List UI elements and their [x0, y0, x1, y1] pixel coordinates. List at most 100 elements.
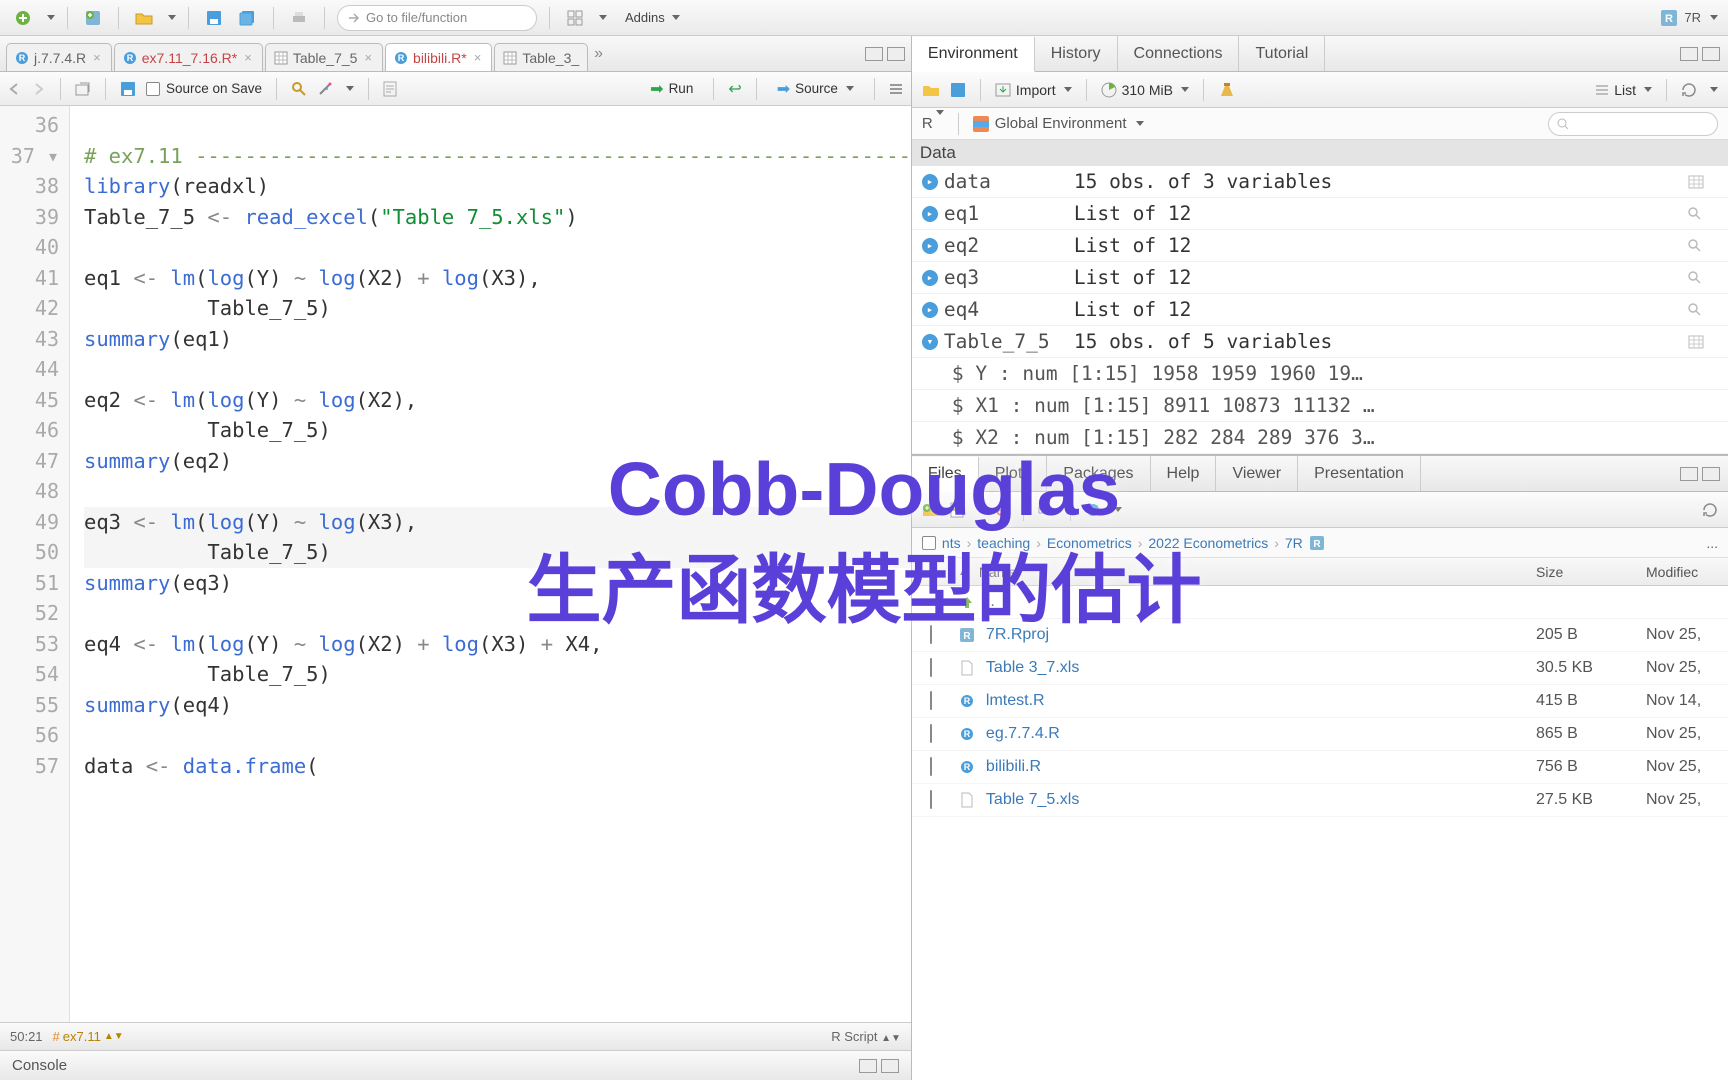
- env-item[interactable]: ▸data15 obs. of 3 variables: [912, 166, 1728, 198]
- maximize-icon[interactable]: [881, 1059, 899, 1073]
- more-button[interactable]: [1085, 502, 1101, 518]
- find-button[interactable]: [291, 81, 307, 97]
- chevron-down-icon[interactable]: [47, 15, 55, 20]
- save-file-button[interactable]: [120, 81, 136, 97]
- breadcrumb-item[interactable]: teaching: [977, 535, 1030, 551]
- expand-icon[interactable]: ▸: [922, 238, 938, 254]
- checkbox-icon[interactable]: [922, 536, 936, 550]
- delete-button[interactable]: [995, 503, 1009, 517]
- show-in-new-window-button[interactable]: [75, 82, 91, 96]
- chevron-down-icon[interactable]: [977, 507, 985, 512]
- source-on-save-toggle[interactable]: Source on Save: [146, 81, 262, 96]
- tab-overflow-icon[interactable]: »: [590, 45, 607, 63]
- checkbox-icon[interactable]: [930, 790, 932, 809]
- files-tab-files[interactable]: Files: [912, 457, 979, 492]
- maximize-icon[interactable]: [887, 47, 905, 61]
- search-icon[interactable]: [1688, 207, 1728, 221]
- checkbox-icon[interactable]: [930, 757, 932, 776]
- checkbox-icon[interactable]: [930, 691, 932, 710]
- code-editor[interactable]: 3637 ▾3839404142434445464748495051525354…: [0, 106, 911, 1022]
- env-item[interactable]: ▸eq4List of 12: [912, 294, 1728, 326]
- file-row[interactable]: ..: [912, 586, 1728, 619]
- checkbox-icon[interactable]: [930, 625, 932, 644]
- breadcrumb-item[interactable]: 2022 Econometrics: [1148, 535, 1268, 551]
- section-nav[interactable]: # ex7.11 ▲▼: [53, 1029, 124, 1044]
- chevron-down-icon[interactable]: [599, 15, 607, 20]
- env-search-input[interactable]: [1548, 112, 1718, 136]
- col-size[interactable]: Size: [1528, 564, 1638, 580]
- breadcrumb-item[interactable]: Econometrics: [1047, 535, 1132, 551]
- chevron-down-icon[interactable]: [1114, 507, 1122, 512]
- files-tab-viewer[interactable]: Viewer: [1216, 456, 1298, 491]
- chevron-down-icon[interactable]: [346, 86, 354, 91]
- search-icon[interactable]: [1688, 239, 1728, 253]
- table-icon[interactable]: [1688, 175, 1728, 189]
- expand-icon[interactable]: ▸: [922, 302, 938, 318]
- open-file-button[interactable]: [131, 5, 157, 31]
- sort-name[interactable]: Name: [979, 564, 1016, 580]
- env-tab-environment[interactable]: Environment: [912, 37, 1035, 72]
- close-icon[interactable]: ×: [242, 50, 254, 65]
- wand-button[interactable]: [317, 81, 333, 97]
- addins-menu[interactable]: Addins: [625, 10, 680, 25]
- report-button[interactable]: [383, 81, 397, 97]
- console-tab[interactable]: Console: [0, 1050, 911, 1080]
- table-icon[interactable]: [1688, 335, 1728, 349]
- source-button[interactable]: ➡Source: [771, 77, 860, 101]
- lang-menu[interactable]: R: [922, 115, 944, 132]
- close-icon[interactable]: ×: [91, 50, 103, 65]
- run-button[interactable]: ➡Run: [644, 77, 699, 101]
- env-item[interactable]: ▸eq3List of 12: [912, 262, 1728, 294]
- close-icon[interactable]: ×: [472, 50, 484, 65]
- editor-tab[interactable]: Table_3_: [494, 43, 588, 71]
- refresh-button[interactable]: [1681, 82, 1697, 98]
- env-tab-connections[interactable]: Connections: [1118, 36, 1240, 71]
- file-type-menu[interactable]: R Script ▲▼: [831, 1029, 901, 1044]
- chevron-down-icon[interactable]: [168, 15, 176, 20]
- minimize-icon[interactable]: [865, 47, 883, 61]
- breadcrumb-item[interactable]: nts: [942, 535, 961, 551]
- new-file-button[interactable]: [10, 5, 36, 31]
- minimize-icon[interactable]: [1680, 47, 1698, 61]
- expand-icon[interactable]: ▸: [922, 206, 938, 222]
- more-icon[interactable]: ...: [1706, 535, 1718, 551]
- save-button[interactable]: [201, 5, 227, 31]
- editor-tab[interactable]: Table_7_5×: [265, 43, 383, 71]
- files-tab-plots[interactable]: Plots: [979, 456, 1048, 491]
- files-tab-packages[interactable]: Packages: [1047, 456, 1150, 491]
- save-all-button[interactable]: [235, 5, 261, 31]
- env-item[interactable]: ▸eq2List of 12: [912, 230, 1728, 262]
- checkbox-icon[interactable]: [930, 724, 932, 743]
- files-tab-help[interactable]: Help: [1151, 456, 1217, 491]
- editor-tab[interactable]: Rbilibili.R*×: [385, 43, 492, 71]
- minimize-icon[interactable]: [1680, 467, 1698, 481]
- new-file-button[interactable]: [950, 502, 964, 518]
- nav-fwd-button[interactable]: [32, 83, 46, 95]
- col-modified[interactable]: Modifiec: [1638, 564, 1728, 580]
- save-workspace-button[interactable]: [950, 82, 966, 98]
- breadcrumb-item[interactable]: 7R: [1285, 535, 1303, 551]
- expand-icon[interactable]: ▾: [922, 334, 938, 350]
- files-tab-presentation[interactable]: Presentation: [1298, 456, 1421, 491]
- memory-usage[interactable]: 310 MiB: [1101, 82, 1189, 98]
- file-row[interactable]: R7R.Rproj205 BNov 25,: [912, 619, 1728, 652]
- file-row[interactable]: Rlmtest.R415 BNov 14,: [912, 685, 1728, 718]
- grid-view-button[interactable]: [562, 5, 588, 31]
- search-icon[interactable]: [1688, 303, 1728, 317]
- file-row[interactable]: Reg.7.7.4.R865 BNov 25,: [912, 718, 1728, 751]
- scope-menu[interactable]: Global Environment: [973, 115, 1144, 132]
- close-icon[interactable]: ×: [362, 50, 374, 65]
- goto-file-input[interactable]: Go to file/function: [337, 5, 537, 31]
- editor-tab[interactable]: Rj.7.7.4.R×: [6, 43, 112, 71]
- project-menu[interactable]: R 7R: [1660, 9, 1718, 27]
- nav-back-button[interactable]: [8, 83, 22, 95]
- expand-icon[interactable]: ▸: [922, 270, 938, 286]
- expand-icon[interactable]: ▸: [922, 174, 938, 190]
- maximize-icon[interactable]: [1702, 467, 1720, 481]
- view-mode-menu[interactable]: List: [1595, 82, 1652, 98]
- print-button[interactable]: [286, 5, 312, 31]
- new-project-button[interactable]: [80, 5, 106, 31]
- chevron-down-icon[interactable]: [1710, 87, 1718, 92]
- env-item[interactable]: ▸eq1List of 12: [912, 198, 1728, 230]
- new-folder-button[interactable]: [922, 503, 940, 517]
